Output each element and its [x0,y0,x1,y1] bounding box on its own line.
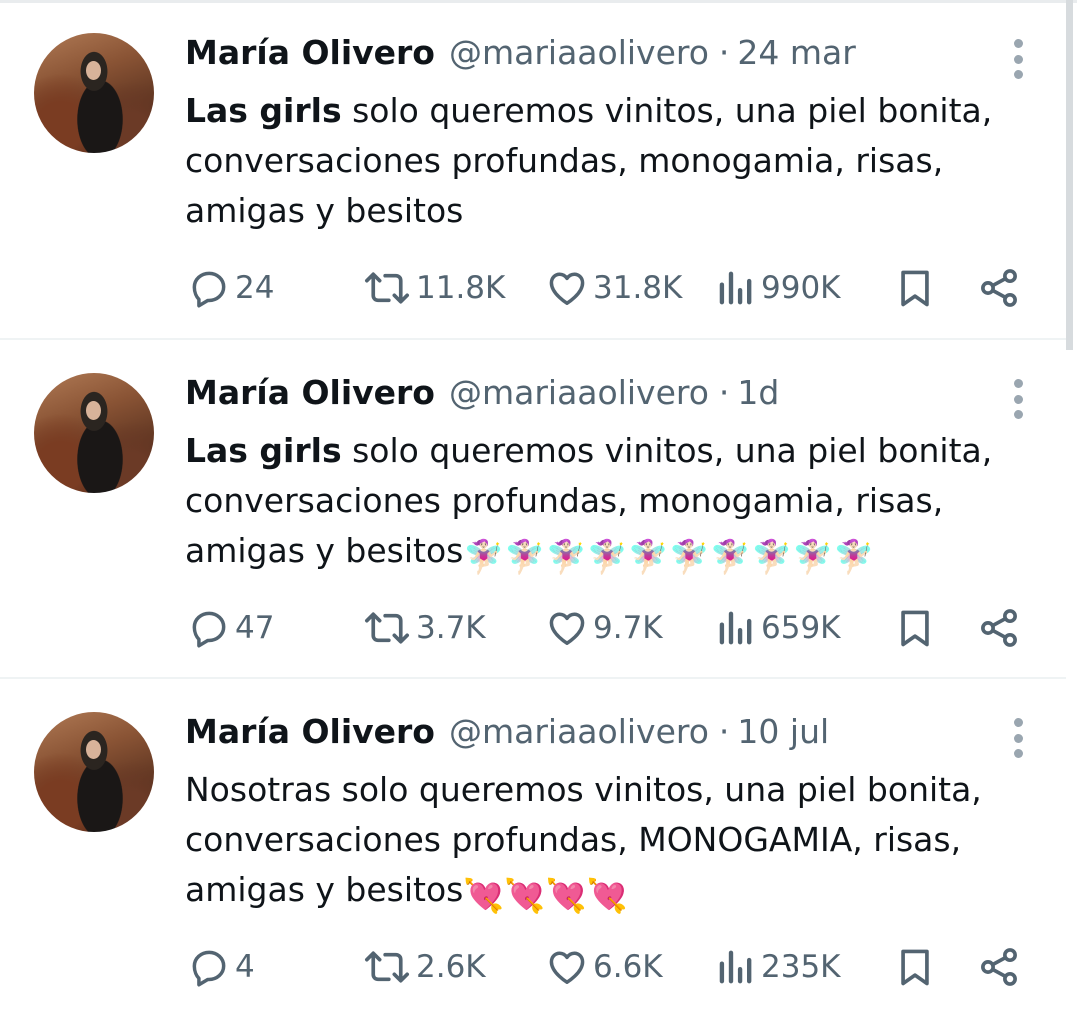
views-icon [719,950,752,984]
repost-icon [365,612,409,644]
views-button[interactable]: 659K [717,602,841,654]
share-icon [981,269,1017,307]
bookmark-icon [901,949,929,986]
repost-button[interactable]: 3.7K [362,602,486,654]
avatar-face [86,401,101,420]
like-button[interactable]: 6.6K [545,941,663,993]
share-button[interactable] [977,602,1021,654]
share-button[interactable] [977,262,1021,314]
author-name[interactable]: María Olivero [185,712,435,751]
reply-count: 24 [235,270,275,306]
separator-dot: · [718,373,730,412]
reply-icon [192,950,226,987]
like-count: 31.8K [593,270,683,306]
reply-count: 47 [235,610,275,646]
bookmark-button[interactable] [893,602,937,654]
tweet-header: María Olivero @mariaaolivero · 24 mar [185,33,856,77]
reply-button[interactable]: 24 [187,262,274,314]
heart-icon [549,951,585,984]
author-handle[interactable]: @mariaaolivero [449,373,709,412]
views-count: 235K [761,949,841,985]
avatar-face [86,61,101,80]
author-name[interactable]: María Olivero [185,373,435,412]
share-icon [981,948,1017,986]
tweet-text-bold: Las girls [185,431,342,470]
like-button[interactable]: 9.7K [545,602,663,654]
reply-icon [192,611,226,648]
tweet-date[interactable]: 1d [737,373,779,412]
avatar[interactable] [34,712,154,832]
bookmark-icon [901,270,929,307]
tweet-text: Las girls solo queremos vinitos, una pie… [185,86,1045,236]
tweet-date[interactable]: 10 jul [737,712,829,751]
author-handle[interactable]: @mariaaolivero [449,712,709,751]
views-count: 659K [761,610,841,646]
views-button[interactable]: 235K [717,941,841,993]
like-count: 9.7K [593,610,663,646]
views-icon [719,611,752,645]
share-button[interactable] [977,941,1021,993]
tweet-header: María Olivero @mariaaolivero · 10 jul [185,712,829,756]
tweet-text-bold: Las girls [185,91,342,130]
avatar-face [86,740,101,759]
separator-dot: · [718,33,730,72]
repost-count: 11.8K [416,270,506,306]
tweet-actions: 24 11.8K 31.8K 990K [0,262,1066,314]
more-icon[interactable] [1012,718,1024,758]
repost-icon [365,951,409,983]
avatar[interactable] [34,33,154,153]
heart-icon [549,612,585,645]
scrollbar[interactable] [1066,0,1073,350]
repost-count: 3.7K [416,610,486,646]
tweet[interactable]: María Olivero @mariaaolivero · 24 mar La… [0,0,1066,340]
author-handle[interactable]: @mariaaolivero [449,33,709,72]
reply-button[interactable]: 4 [187,941,255,993]
tweet-header: María Olivero @mariaaolivero · 1d [185,373,779,417]
reply-count: 4 [235,949,255,985]
like-count: 6.6K [593,949,663,985]
more-icon[interactable] [1012,39,1024,79]
author-name[interactable]: María Olivero [185,33,435,72]
tweet-emoji: 💘💘💘💘 [463,876,628,915]
views-button[interactable]: 990K [717,262,841,314]
tweet-text: Las girls solo queremos vinitos, una pie… [185,426,1045,582]
bookmark-icon [901,610,929,647]
avatar[interactable] [34,373,154,493]
repost-count: 2.6K [416,949,486,985]
like-button[interactable]: 31.8K [545,262,682,314]
bookmark-button[interactable] [893,941,937,993]
more-icon[interactable] [1012,379,1024,419]
separator-dot: · [718,712,730,751]
tweet[interactable]: María Olivero @mariaaolivero · 1d Las gi… [0,340,1066,679]
views-icon [719,271,752,305]
reply-icon [192,271,226,308]
tweet-date[interactable]: 24 mar [737,33,855,72]
views-count: 990K [761,270,841,306]
share-icon [981,609,1017,647]
tweet-actions: 4 2.6K 6.6K 235K [0,941,1066,993]
reply-button[interactable]: 47 [187,602,274,654]
repost-button[interactable]: 2.6K [362,941,486,993]
repost-button[interactable]: 11.8K [362,262,505,314]
tweet-text: Nosotras solo queremos vinitos, una piel… [185,765,1045,921]
bookmark-button[interactable] [893,262,937,314]
tweet-actions: 47 3.7K 9.7K 659K [0,602,1066,654]
tweet[interactable]: María Olivero @mariaaolivero · 10 jul No… [0,679,1066,1012]
heart-icon [549,272,585,305]
tweet-emoji: 🧚🏻‍♀️🧚🏻‍♀️🧚🏻‍♀️🧚🏻‍♀️🧚🏻‍♀️🧚🏻‍♀️🧚🏻‍♀️🧚🏻‍♀️… [463,537,875,576]
repost-icon [365,272,409,304]
